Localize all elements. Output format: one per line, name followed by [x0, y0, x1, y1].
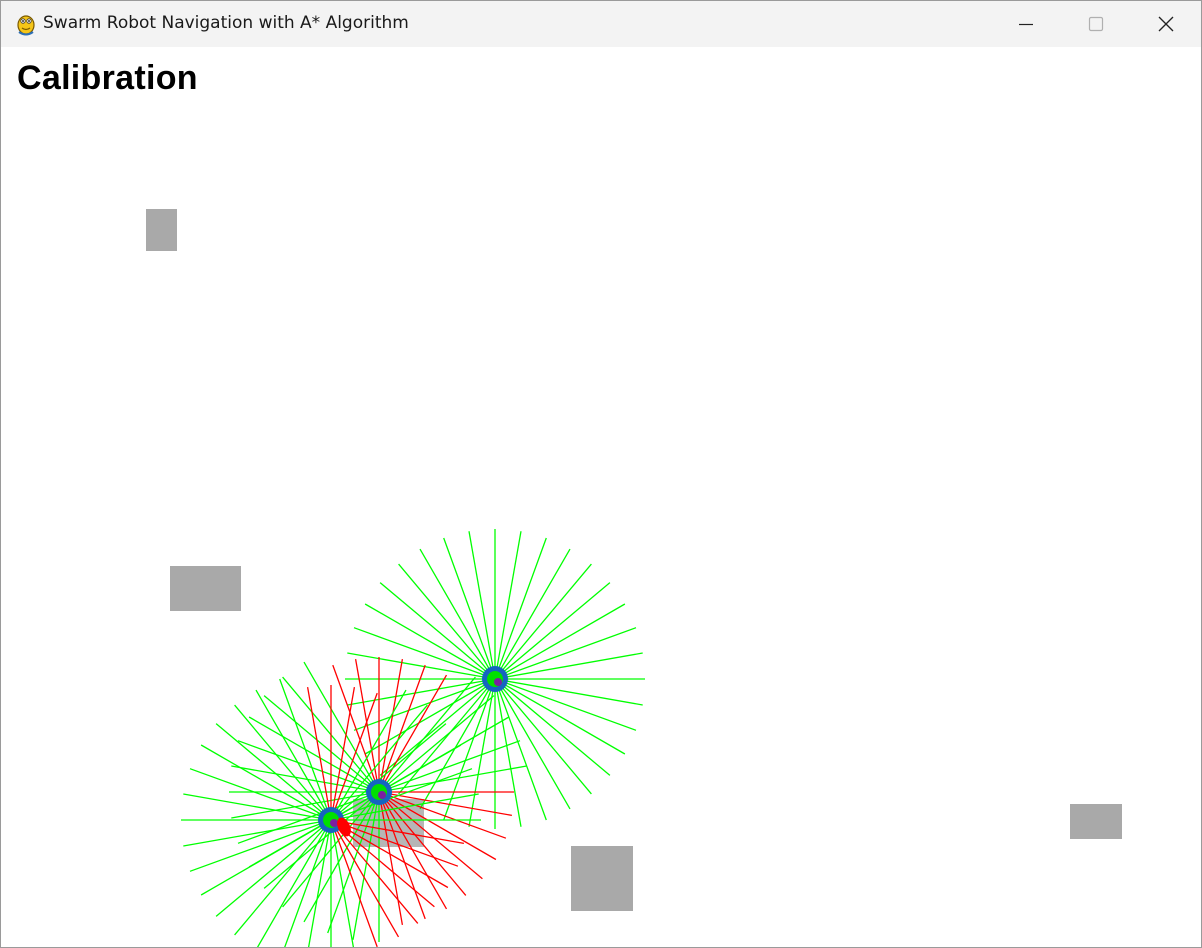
title-bar[interactable]: Swarm Robot Navigation with A* Algorithm	[1, 1, 1201, 47]
close-icon	[1158, 16, 1174, 32]
maximize-button[interactable]	[1061, 1, 1131, 47]
robot	[366, 779, 392, 805]
sensor-scene	[181, 529, 645, 947]
close-button[interactable]	[1131, 1, 1201, 47]
app-window: Swarm Robot Navigation with A* Algorithm…	[0, 0, 1202, 948]
robot-core	[494, 678, 502, 686]
robot-core	[378, 791, 386, 799]
maximize-icon	[1088, 16, 1104, 32]
minimize-button[interactable]	[991, 1, 1061, 47]
window-title: Swarm Robot Navigation with A* Algorithm	[43, 13, 409, 33]
robot	[482, 666, 508, 692]
pygame-snake-icon	[17, 15, 35, 36]
minimize-icon	[1019, 23, 1033, 26]
robot-core	[330, 819, 338, 827]
simulation-canvas[interactable]: Calibration	[1, 47, 1201, 947]
